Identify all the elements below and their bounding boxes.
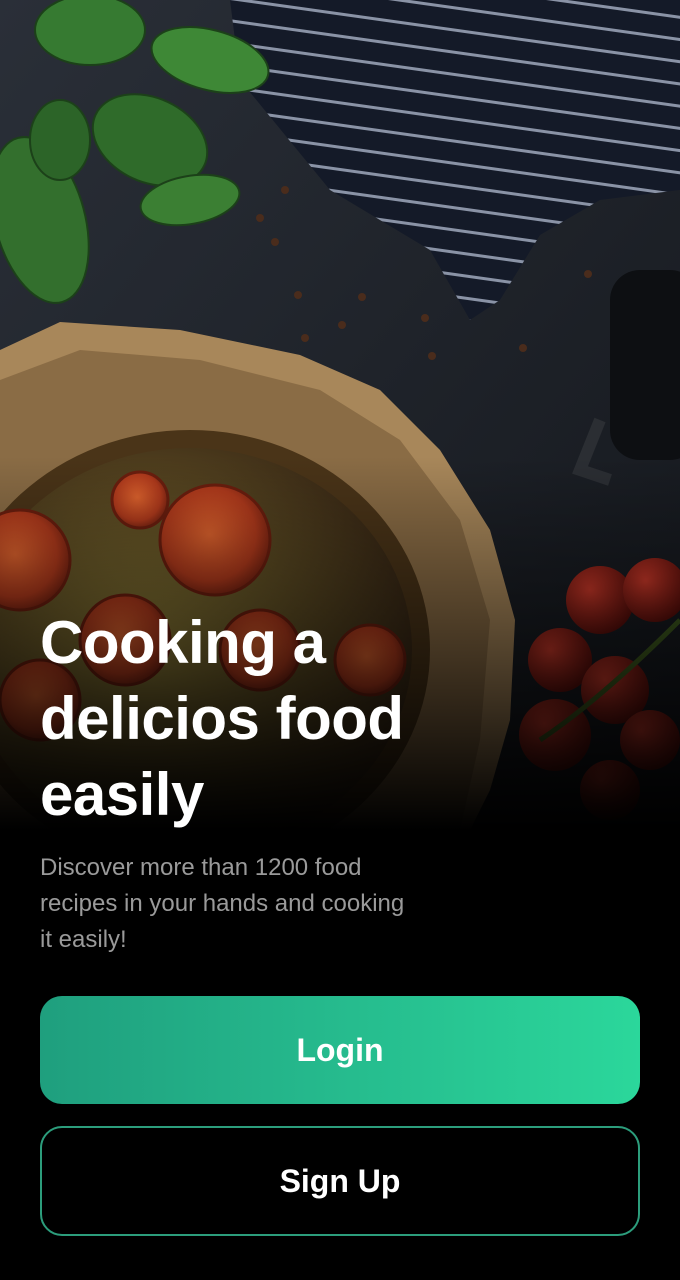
subtitle-line: it easily! (40, 926, 127, 953)
headline-line: delicios food (40, 685, 404, 752)
headline-line: Cooking a (40, 609, 326, 676)
subtitle-line: recipes in your hands and cooking (40, 890, 405, 917)
subtitle: Discover more than 1200 food recipes in … (40, 850, 480, 958)
headline: Cooking a delicios food easily (40, 605, 500, 833)
onboarding-screen: Cooking a delicios food easily Discover … (0, 0, 680, 1280)
headline-line: easily (40, 761, 204, 828)
login-button[interactable]: Login (40, 996, 640, 1104)
subtitle-line: Discover more than 1200 food (40, 854, 362, 881)
signup-button[interactable]: Sign Up (40, 1126, 640, 1236)
